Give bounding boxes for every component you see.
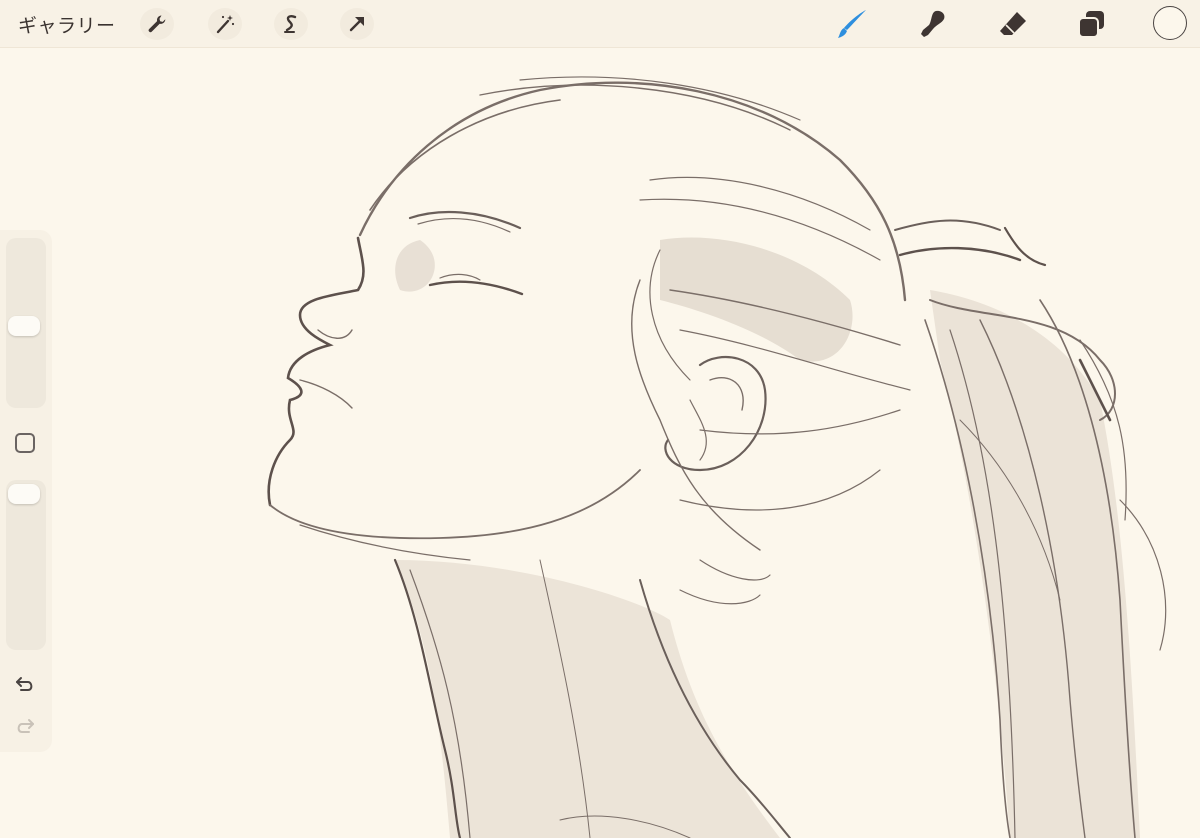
top-toolbar: ギャラリー xyxy=(0,0,1200,48)
sketch-shade-face xyxy=(395,240,435,292)
opacity-slider-thumb[interactable] xyxy=(8,484,40,504)
layers-icon xyxy=(1078,11,1104,38)
magic-wand-icon xyxy=(216,15,235,34)
opacity-slider[interactable] xyxy=(6,480,46,650)
color-picker-button[interactable] xyxy=(1153,6,1187,40)
layers-button[interactable] xyxy=(1074,8,1108,40)
smudge-tool-button[interactable] xyxy=(916,8,950,40)
selection-button[interactable] xyxy=(274,8,308,40)
transform-arrow-icon xyxy=(349,17,364,32)
wrench-icon xyxy=(148,15,166,33)
actions-button[interactable] xyxy=(140,8,174,40)
transform-button[interactable] xyxy=(340,8,374,40)
adjustments-button[interactable] xyxy=(208,8,242,40)
procreate-app: ギャラリー xyxy=(0,0,1200,838)
modify-button[interactable] xyxy=(15,433,35,453)
brush-size-slider[interactable] xyxy=(6,238,46,408)
brush-icon xyxy=(838,10,866,38)
side-toolbar xyxy=(0,230,52,752)
gallery-button[interactable]: ギャラリー xyxy=(18,11,116,38)
eraser-tool-button[interactable] xyxy=(996,8,1030,40)
selection-icon xyxy=(284,15,297,33)
brush-tool-button[interactable] xyxy=(836,8,870,40)
undo-icon[interactable] xyxy=(13,672,37,696)
drawing-canvas[interactable] xyxy=(0,48,1200,838)
redo-icon[interactable] xyxy=(13,714,37,738)
smudge-icon xyxy=(921,10,945,37)
sketch-shade-hair xyxy=(660,237,853,362)
brush-size-slider-thumb[interactable] xyxy=(8,316,40,336)
eraser-icon xyxy=(1000,12,1026,35)
